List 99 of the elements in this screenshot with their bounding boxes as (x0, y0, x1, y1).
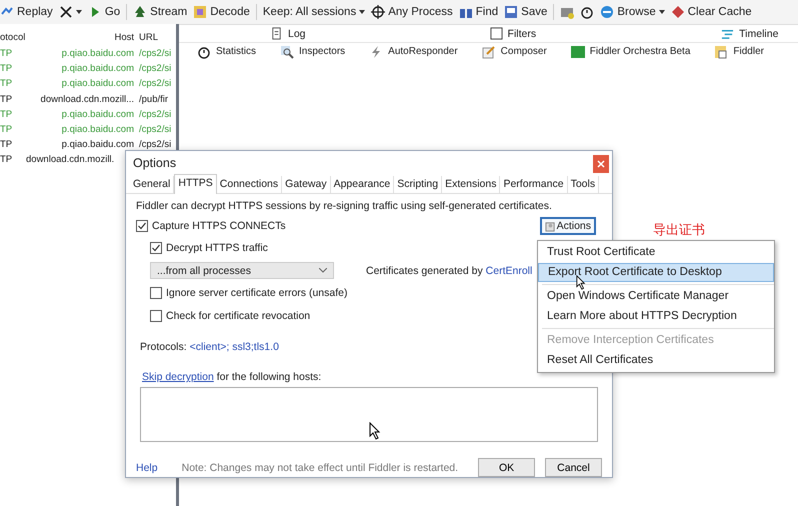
menu-item[interactable]: Export Root Certificate to Desktop (538, 262, 774, 282)
decode-icon (193, 5, 208, 19)
chevron-down-icon (319, 268, 327, 273)
toolbar-button[interactable]: Keep: All sessions (262, 6, 366, 18)
table-cell: /cps2/si (139, 48, 172, 60)
tab[interactable]: Extensions (442, 176, 500, 193)
tab[interactable]: Timeline (721, 27, 778, 40)
hosts-field[interactable] (140, 387, 598, 442)
tab[interactable]: HTTPS (174, 174, 217, 194)
table-cell-text: TP (0, 78, 14, 90)
toolbar-button[interactable]: Replay (0, 5, 53, 19)
toolbar-button[interactable]: Stream (133, 5, 188, 19)
menu-item[interactable]: Learn More about HTTPS Decryption (538, 306, 774, 326)
table-cell: /cps2/si (139, 63, 172, 74)
table-cell-text: p.qiao.baidu.com (60, 78, 134, 90)
toolbar-button[interactable]: Decode (193, 5, 250, 19)
checkbox-icon[interactable] (136, 220, 148, 232)
caret-icon (658, 10, 665, 14)
caret-icon (76, 10, 82, 14)
column-header[interactable]: otocol (0, 32, 26, 42)
skip-decryption-link[interactable]: Skip decryption (142, 371, 214, 383)
protocols-label: Protocols: (140, 341, 187, 353)
tab[interactable]: Fiddler Orchestra Beta (570, 44, 690, 58)
protocols-link[interactable]: <client>; ssl3;tls1.0 (190, 341, 279, 353)
ok-button[interactable]: OK (478, 458, 536, 477)
table-cell: /pub/fir (139, 94, 168, 105)
tab[interactable]: Fiddler (714, 44, 764, 58)
table-cell-text: TP (0, 139, 14, 150)
table-cell-text: TP (0, 124, 14, 136)
tab[interactable]: Log (270, 27, 306, 40)
tab[interactable]: Performance (500, 176, 568, 193)
checkbox[interactable]: Capture HTTPS CONNECTs (136, 217, 286, 235)
checkbox-icon[interactable] (150, 287, 162, 299)
description-text: Fiddler can decrypt HTTPS sessions by re-signing traffic using self-generated certificates. (136, 200, 553, 212)
toolbar-button[interactable]: Go (88, 5, 120, 19)
table-cell-text: p.qiao.baidu.com (60, 63, 134, 74)
help-link[interactable]: Help (136, 462, 158, 474)
actions-button[interactable]: Actions (540, 217, 596, 235)
checkbox-icon[interactable] (150, 242, 162, 254)
certenroll-link[interactable]: CertEnroll (486, 264, 532, 276)
table-cell-text: p.qiao.baidu.com (60, 108, 134, 120)
remove-icon (58, 5, 73, 19)
pencil-icon (482, 44, 496, 58)
table-cell-text: download.cdn.mozill. (26, 154, 116, 166)
hosts-label: for the following hosts: (216, 371, 322, 383)
toolbar-button[interactable]: Find (458, 5, 498, 19)
menu-item[interactable]: Open Windows Certificate Manager (538, 287, 774, 306)
cancel-button[interactable]: Cancel (545, 458, 602, 477)
toolbar-button[interactable] (580, 5, 594, 19)
tab[interactable]: Gateway (282, 176, 331, 193)
close-icon[interactable] (593, 155, 609, 173)
table-cell-text: download.cdn.mozill... (40, 94, 134, 105)
tab[interactable]: Inspectors (280, 44, 346, 58)
table-cell: /cps2/si (139, 108, 172, 120)
menu-item[interactable]: Trust Root Certificate (538, 243, 774, 262)
checkbox-icon (490, 27, 503, 40)
table-cell-text: TP (0, 63, 14, 74)
magnifier-icon (280, 44, 294, 58)
timeline-icon (721, 27, 734, 40)
tab[interactable]: Tools (568, 176, 600, 193)
tab[interactable]: Statistics (197, 44, 256, 58)
annotation-text: 导出证书 (653, 222, 705, 239)
save-icon (504, 5, 518, 19)
tab[interactable]: Connections (216, 176, 282, 193)
menu-item[interactable]: Reset All Certificates (538, 350, 774, 370)
toolbar-button[interactable] (58, 5, 82, 19)
crosshair-icon (371, 5, 386, 19)
restart-note: Note: Changes may not take effect until Fiddler is restarted. (182, 462, 458, 474)
checkbox-icon[interactable] (150, 310, 162, 322)
toolbar-button[interactable]: Clear Cache (670, 5, 752, 19)
tab[interactable]: Filters (490, 27, 536, 40)
tab[interactable]: Scripting (394, 176, 442, 193)
table-cell-text: p.qiao.baidu.com (60, 124, 134, 136)
tab[interactable]: Appearance (330, 176, 394, 193)
table-cell: /cps2/si (139, 139, 172, 150)
table-cell-text: TP (0, 154, 14, 166)
toolbar-button[interactable]: Save (504, 5, 548, 19)
tab[interactable]: AutoResponder (369, 44, 458, 58)
certificates-note: Certificates generated by CertEnroll (366, 264, 532, 276)
dialog-title: Options (133, 156, 176, 170)
pointer-icon (369, 422, 381, 440)
column-header[interactable]: URL (139, 32, 158, 42)
timer-icon (580, 5, 594, 19)
table-cell-text: p.qiao.baidu.com (60, 139, 134, 150)
table-cell-text: p.qiao.baidu.com (60, 48, 134, 60)
table-cell-text: TP (0, 48, 14, 60)
tree-icon (133, 5, 148, 19)
table-cell-text: TP (0, 108, 14, 120)
stopwatch-icon (197, 44, 211, 58)
table-cell-text: TP (0, 94, 14, 105)
process-dropdown[interactable]: ...from all processes (150, 262, 334, 279)
toolbar-button[interactable]: Any Process (371, 5, 453, 19)
column-header[interactable]: Host (26, 32, 134, 42)
table-cell: /cps2/si (139, 78, 172, 90)
document-icon (270, 27, 283, 40)
caret-icon (359, 10, 366, 14)
tab[interactable]: Composer (482, 44, 547, 58)
toolbar-button[interactable]: Browse (600, 5, 665, 19)
table-cell: /cps2/si (139, 124, 172, 136)
